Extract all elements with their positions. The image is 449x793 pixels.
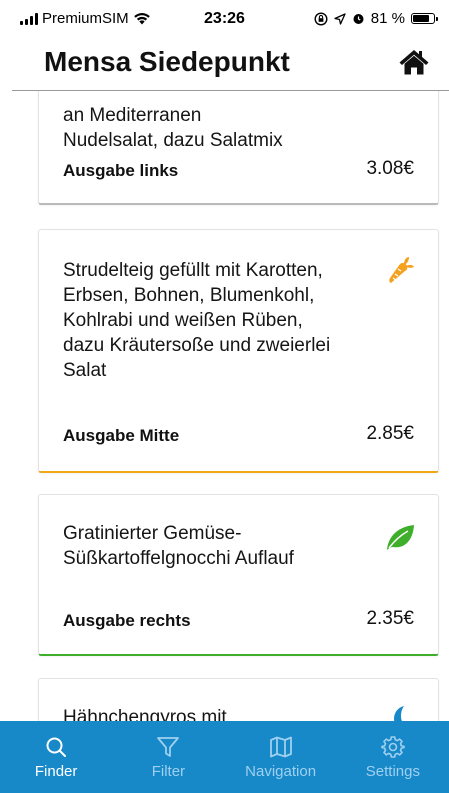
- tab-label: Filter: [151, 763, 186, 780]
- map-icon: [268, 735, 294, 759]
- meal-card[interactable]: Hähnchengyros mit: [38, 678, 439, 721]
- lock-rotation-icon: [314, 11, 328, 26]
- battery-icon: [411, 13, 438, 24]
- location-icon: [334, 12, 346, 25]
- tab-settings[interactable]: Settings: [337, 721, 449, 793]
- home-icon: [399, 50, 429, 75]
- app-screen: PremiumSIM 23:26 81 % Mensa Siedepunkt a…: [0, 0, 449, 793]
- meal-description: Hähnchengyros mit: [63, 707, 227, 721]
- meal-location: Ausgabe links: [63, 161, 179, 180]
- meal-price: 2.85€: [366, 423, 414, 444]
- header: Mensa Siedepunkt: [0, 38, 449, 90]
- battery-percent: 81 %: [370, 10, 405, 27]
- meal-description: Gratinierter Gemüse-Süßkartoffelgnocchi …: [63, 523, 294, 569]
- tab-bar: Finder Filter Navigation Settings: [0, 721, 449, 793]
- status-bar: PremiumSIM 23:26 81 %: [0, 0, 449, 38]
- filter-icon: [155, 735, 181, 759]
- meal-description: Strudelteig gefüllt mit Karotten, Erbsen…: [63, 260, 331, 381]
- tab-navigation[interactable]: Navigation: [225, 721, 337, 793]
- header-divider: [12, 90, 449, 91]
- meal-list[interactable]: an Mediterranen Nudelsalat, dazu Salatmi…: [0, 91, 449, 721]
- battery-fill: [413, 15, 430, 22]
- gear-icon: [380, 735, 406, 759]
- meal-location: Ausgabe rechts: [63, 611, 191, 630]
- meal-card[interactable]: Gratinierter Gemüse-Süßkartoffelgnocchi …: [38, 494, 439, 656]
- meal-location: Ausgabe Mitte: [63, 426, 180, 445]
- tab-label: Settings: [365, 763, 420, 780]
- home-button[interactable]: [397, 46, 431, 78]
- meal-card[interactable]: an Mediterranen Nudelsalat, dazu Salatmi…: [38, 91, 439, 205]
- meal-price: 2.35€: [366, 608, 414, 629]
- page-title: Mensa Siedepunkt: [44, 46, 290, 77]
- search-icon: [43, 735, 69, 759]
- tab-filter[interactable]: Filter: [112, 721, 224, 793]
- tab-label: Finder: [34, 763, 78, 780]
- alarm-icon: [353, 14, 364, 24]
- moon-icon: [394, 706, 404, 721]
- carrot-icon: [389, 257, 414, 283]
- meal-description: an Mediterranen Nudelsalat, dazu Salatmi…: [63, 105, 283, 151]
- status-right: 81 %: [314, 10, 438, 27]
- meal-price: 3.08€: [366, 158, 414, 179]
- tab-label: Navigation: [245, 763, 317, 780]
- leaf-icon: [387, 525, 414, 550]
- meal-card[interactable]: Strudelteig gefüllt mit Karotten, Erbsen…: [38, 229, 439, 473]
- tab-finder[interactable]: Finder: [0, 721, 112, 793]
